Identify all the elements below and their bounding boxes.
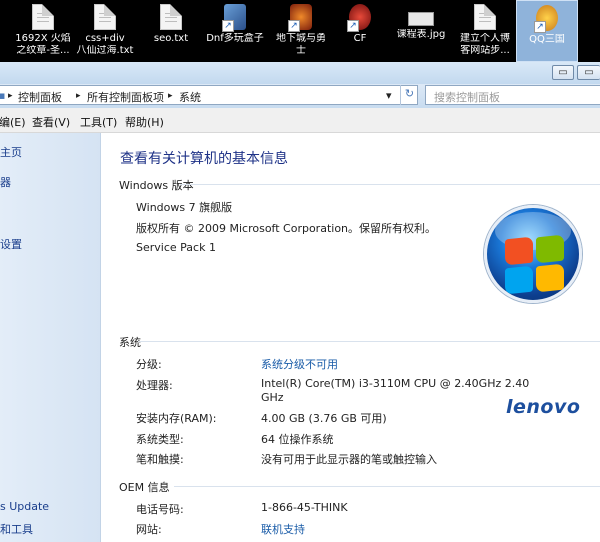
desktop-icon-label: 课程表.jpg: [396, 29, 446, 40]
phone-value: 1-866-45-THINK: [261, 501, 348, 514]
sidebar-item-device-manager[interactable]: 器: [0, 174, 11, 190]
breadcrumb-separator-icon: ▸: [168, 91, 173, 101]
minimize-button[interactable]: ▭: [552, 65, 574, 80]
search-placeholder: 搜索控制面板: [434, 91, 500, 104]
text-file-icon: [160, 4, 182, 30]
pen-touch-label: 笔和触摸:: [136, 453, 184, 466]
maximize-icon: ▭: [584, 67, 594, 78]
menu-bar: 编(E) 查看(V) 工具(T) 帮助(H): [0, 108, 600, 133]
desktop-icon-blog-guide[interactable]: 建立个人博 客网站步...: [452, 0, 518, 62]
desktop-icon-dnf-game[interactable]: 地下城与勇 士: [268, 0, 334, 62]
sidebar-item-windows-update[interactable]: s Update: [0, 500, 49, 513]
menu-help[interactable]: 帮助(H): [125, 114, 164, 130]
phone-label: 电话号码:: [136, 503, 184, 516]
image-file-icon: [408, 12, 434, 26]
desktop-icon-label: 建立个人博: [460, 33, 510, 44]
rating-link[interactable]: 系统分级不可用: [261, 356, 338, 372]
sidebar: 主页 器 设置 s Update 和工具: [0, 133, 101, 542]
windows-logo-icon: [484, 205, 582, 303]
desktop-icon-label: 1692X 火焰: [15, 33, 71, 44]
page-title: 查看有关计算机的基本信息: [120, 151, 288, 167]
breadcrumb-separator-icon: ▸: [76, 91, 81, 101]
menu-view[interactable]: 查看(V): [32, 114, 70, 130]
processor-value-wrap: GHz: [261, 391, 284, 404]
section-divider: [174, 486, 600, 487]
lenovo-logo: lenovo: [506, 396, 581, 418]
desktop-icon-label: Dnf多玩盒子: [206, 33, 264, 44]
section-heading-system: 系统: [119, 336, 141, 349]
rating-label: 分级:: [136, 358, 162, 371]
text-file-icon: [32, 4, 54, 30]
address-bar: ▪ ▸ 控制面板 ▸ 所有控制面板项 ▸ 系统 ▾ ↻ 搜索控制面板: [0, 84, 600, 108]
processor-value: Intel(R) Core(TM) i3-3110M CPU @ 2.40GHz…: [261, 377, 530, 390]
system-type-value: 64 位操作系统: [261, 433, 334, 446]
breadcrumb-separator-icon: ▸: [8, 91, 13, 101]
refresh-icon: ↻: [404, 87, 415, 100]
desktop-icon-css-div[interactable]: css+div 八仙过海.txt: [72, 0, 138, 62]
text-file-icon: [474, 4, 496, 30]
ram-value: 4.00 GB (3.76 GB 可用): [261, 412, 387, 425]
menu-tools[interactable]: 工具(T): [80, 114, 117, 130]
address-dropdown-icon[interactable]: ▾: [386, 89, 392, 102]
desktop-icon-1692x[interactable]: 1692X 火焰 之纹章-圣...: [10, 0, 76, 62]
desktop-icon-label: seo.txt: [153, 33, 189, 44]
desktop-icon-label: 八仙过海.txt: [76, 45, 134, 56]
desktop-icon-label: 之纹章-圣...: [16, 45, 70, 56]
sidebar-item-performance-tools[interactable]: 和工具: [0, 521, 33, 537]
main-content: 查看有关计算机的基本信息 Windows 版本 Windows 7 旗舰版 版权…: [102, 133, 600, 542]
desktop-icon-qq-sanguo[interactable]: QQ三国: [516, 0, 578, 62]
maximize-button[interactable]: ▭: [577, 65, 600, 80]
desktop-icon-label: QQ三国: [529, 34, 565, 45]
desktop-icon-seo[interactable]: seo.txt: [138, 0, 204, 62]
game-shortcut-icon: [288, 4, 312, 32]
qq-penguin-icon: [534, 5, 558, 33]
text-file-icon: [94, 4, 116, 30]
sidebar-item-home[interactable]: 主页: [0, 144, 22, 160]
window-titlebar: ▭ ▭: [0, 62, 600, 84]
copyright-text: 版权所有 © 2009 Microsoft Corporation。保留所有权利…: [136, 222, 437, 235]
desktop-icon-label: 士: [296, 45, 306, 56]
desktop-icon-label: css+div: [85, 33, 125, 44]
control-panel-icon: ▪: [0, 89, 6, 102]
breadcrumb-control-panel[interactable]: 控制面板: [18, 89, 62, 105]
desktop-icon-label: 地下城与勇: [276, 33, 326, 44]
website-label: 网站:: [136, 523, 162, 536]
breadcrumb-all-items[interactable]: 所有控制面板项: [87, 89, 164, 105]
windows-edition: Windows 7 旗舰版: [136, 201, 233, 214]
desktop-icon-label: 客网站步...: [460, 45, 510, 56]
ram-label: 安装内存(RAM):: [136, 412, 217, 425]
system-type-label: 系统类型:: [136, 433, 184, 446]
refresh-button[interactable]: ↻: [400, 85, 418, 105]
desktop-icon-cf[interactable]: CF: [327, 0, 393, 62]
section-divider: [180, 184, 600, 185]
section-heading-edition: Windows 版本: [119, 179, 194, 192]
desktop-icon-strip: 1692X 火焰 之纹章-圣... css+div 八仙过海.txt seo.t…: [0, 0, 600, 62]
minimize-icon: ▭: [558, 67, 568, 78]
processor-label: 处理器:: [136, 379, 173, 392]
breadcrumb-system[interactable]: 系统: [179, 89, 201, 105]
section-divider: [138, 341, 600, 342]
game-shortcut-icon: [347, 4, 371, 32]
pen-touch-value: 没有可用于此显示器的笔或触控输入: [261, 453, 437, 466]
online-support-link[interactable]: 联机支持: [261, 521, 305, 537]
desktop-icon-label: CF: [353, 33, 367, 44]
desktop-icon-dnf-box[interactable]: Dnf多玩盒子: [202, 0, 268, 62]
desktop-icon-schedule[interactable]: 课程表.jpg: [388, 0, 454, 62]
breadcrumb[interactable]: ▪ ▸ 控制面板 ▸ 所有控制面板项 ▸ 系统 ▾: [0, 85, 418, 105]
sidebar-item-advanced-settings[interactable]: 设置: [0, 236, 22, 252]
section-heading-oem: OEM 信息: [119, 481, 170, 494]
app-shortcut-icon: [222, 4, 246, 32]
menu-edit[interactable]: 编(E): [0, 114, 26, 130]
service-pack: Service Pack 1: [136, 241, 216, 254]
search-input[interactable]: 搜索控制面板: [425, 85, 600, 105]
